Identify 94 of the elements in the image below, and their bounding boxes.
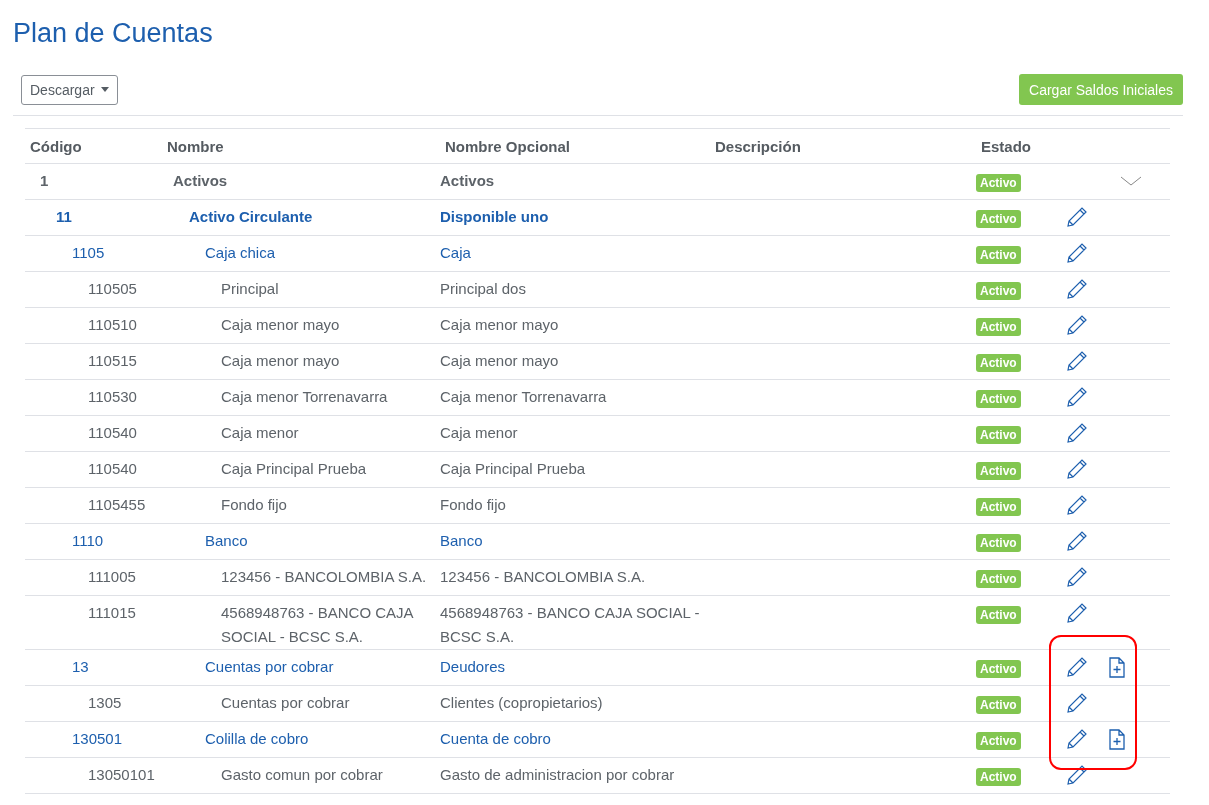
optional-name: Caja menor Torrenavarra [440, 387, 608, 407]
account-code: 111015 [87, 603, 137, 623]
pencil-icon[interactable] [1066, 278, 1088, 300]
account-name: Activos [172, 171, 229, 191]
account-name: Caja chica [204, 243, 277, 263]
pencil-icon[interactable] [1066, 494, 1088, 516]
page-title: Plan de Cuentas [13, 17, 214, 50]
account-name: Principal [220, 279, 280, 299]
add-document-icon[interactable] [1106, 728, 1128, 750]
pencil-icon[interactable] [1066, 242, 1088, 264]
status-badge: Activo [976, 498, 1021, 516]
pencil-icon[interactable] [1066, 728, 1088, 750]
account-code: 111005 [87, 567, 137, 587]
status-badge: Activo [976, 354, 1021, 372]
optional-name: Fondo fijo [440, 495, 507, 515]
account-name: Caja menor Torrenavarra [220, 387, 389, 407]
account-code: 1105 [71, 243, 106, 263]
optional-name: Deudores [440, 657, 507, 677]
pencil-icon[interactable] [1066, 314, 1088, 336]
pencil-icon[interactable] [1066, 206, 1088, 228]
status-badge: Activo [976, 660, 1021, 678]
account-name: Colilla de cobro [204, 729, 310, 749]
optional-name: Activos [440, 171, 496, 191]
status-badge: Activo [976, 732, 1021, 750]
status-badge: Activo [976, 570, 1021, 588]
pencil-icon[interactable] [1066, 350, 1088, 372]
pencil-icon[interactable] [1066, 530, 1088, 552]
status-badge: Activo [976, 210, 1021, 228]
status-badge: Activo [976, 426, 1021, 444]
status-badge: Activo [976, 534, 1021, 552]
pencil-icon[interactable] [1066, 656, 1088, 678]
pencil-icon[interactable] [1066, 764, 1088, 786]
account-name: 4568948763 - BANCO CAJA SOCIAL - BCSC S.A. [220, 603, 415, 647]
column-header: Estado [980, 137, 1032, 155]
account-name: Cuentas por cobrar [220, 693, 351, 713]
account-code: 110530 [87, 387, 138, 407]
optional-name: Caja menor [440, 423, 519, 443]
optional-name: Banco [440, 531, 484, 551]
status-badge: Activo [976, 246, 1021, 264]
account-code: 1110 [71, 531, 105, 551]
account-code: 110515 [87, 351, 138, 371]
status-badge: Activo [976, 174, 1021, 192]
account-code: 110540 [87, 459, 138, 479]
caret-icon [100, 87, 109, 92]
account-code: 130501 [71, 729, 124, 749]
status-badge: Activo [976, 390, 1021, 408]
status-badge: Activo [976, 696, 1021, 714]
status-badge: Activo [976, 768, 1021, 786]
pencil-icon[interactable] [1066, 458, 1088, 480]
column-header: Descripción [714, 137, 802, 155]
optional-name: Disponible uno [440, 207, 550, 227]
optional-name: Caja [440, 243, 472, 263]
column-header: Nombre [166, 137, 225, 155]
optional-name: Principal dos [440, 279, 527, 299]
status-badge: Activo [976, 462, 1021, 480]
download-dropdown[interactable]: Descargar [21, 74, 118, 105]
account-name: 123456 - BANCOLOMBIA S.A. [220, 567, 428, 587]
status-badge: Activo [976, 282, 1021, 300]
account-name: Fondo fijo [220, 495, 288, 515]
account-name: Banco [204, 531, 249, 551]
account-code: 1305 [87, 693, 123, 713]
account-code: 1 [39, 171, 50, 191]
account-name: Caja Principal Prueba [220, 459, 368, 479]
account-name: Cuentas por cobrar [204, 657, 335, 677]
optional-name: Clientes (copropietarios) [440, 693, 604, 713]
pencil-icon[interactable] [1066, 602, 1088, 624]
optional-name: 123456 - BANCOLOMBIA S.A. [440, 567, 647, 587]
pencil-icon[interactable] [1066, 692, 1088, 714]
add-document-icon[interactable] [1106, 656, 1128, 678]
optional-name: Gasto de administracion por cobrar [440, 765, 676, 785]
pencil-icon[interactable] [1066, 422, 1088, 444]
optional-name: Caja menor mayo [440, 315, 560, 335]
account-code: 1105455 [87, 495, 147, 515]
account-code: 110505 [87, 279, 138, 299]
account-name: Caja menor [220, 423, 300, 443]
account-name: Gasto comun por cobrar [220, 765, 384, 785]
column-header: Nombre Opcional [444, 137, 572, 155]
account-code: 11 [55, 207, 73, 227]
optional-name: Caja Principal Prueba [440, 459, 587, 479]
account-code: 13050101 [87, 765, 156, 785]
account-code: 13 [71, 657, 90, 677]
account-name: Activo Circulante [188, 207, 314, 227]
status-badge: Activo [976, 606, 1021, 624]
status-badge: Activo [976, 318, 1021, 336]
optional-name: Caja menor mayo [440, 351, 560, 371]
pencil-icon[interactable] [1066, 386, 1088, 408]
account-name: Caja menor mayo [220, 315, 341, 335]
pencil-icon[interactable] [1066, 566, 1088, 588]
account-code: 110510 [87, 315, 138, 335]
optional-name: 4568948763 - BANCO CAJA SOCIAL - BCSC S.A. [440, 603, 701, 647]
optional-name: Cuenta de cobro [440, 729, 552, 749]
account-code: 110540 [87, 423, 138, 443]
account-name: Caja menor mayo [220, 351, 341, 371]
column-header: Código [29, 137, 83, 155]
